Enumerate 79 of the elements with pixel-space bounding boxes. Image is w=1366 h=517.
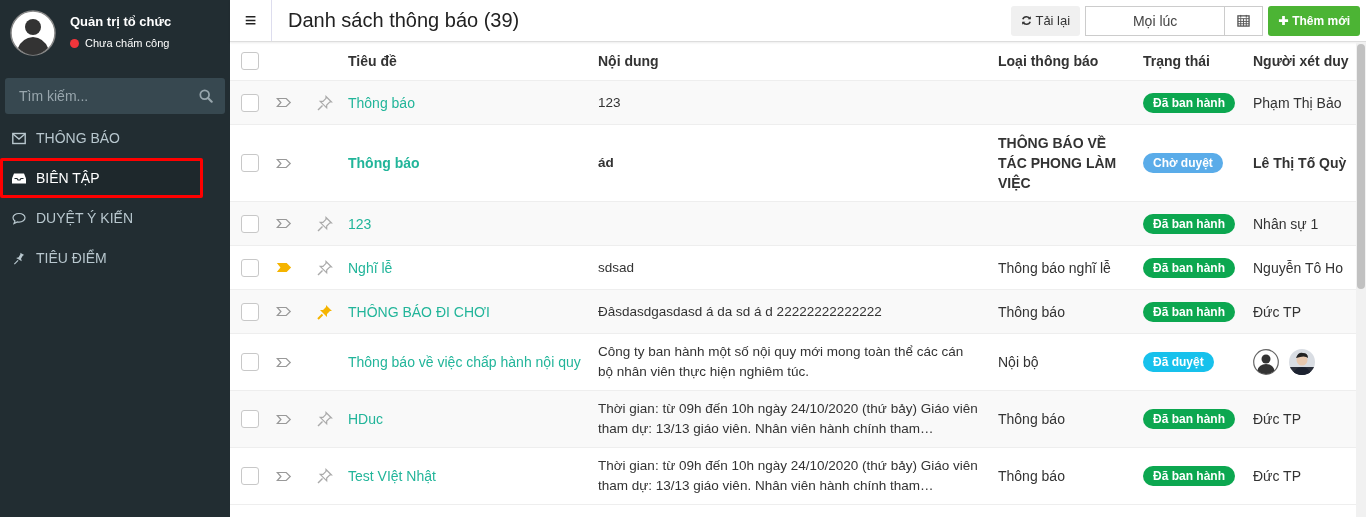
select-all-checkbox[interactable] [241, 52, 259, 70]
row-checkbox[interactable] [241, 258, 259, 277]
notice-type: Thông báo [998, 302, 1066, 322]
pushpin-icon[interactable] [317, 303, 333, 320]
tag-icon[interactable] [276, 413, 292, 425]
status-label: Đã ban hành [1143, 213, 1235, 234]
row-checkbox[interactable] [241, 214, 259, 233]
search-field[interactable]: Tìm kiếm... [5, 78, 225, 114]
pushpin-icon[interactable] [317, 215, 333, 232]
status-label: Chờ duyệt [1143, 153, 1223, 173]
reviewer-name: Đức TP [1253, 303, 1301, 320]
sidebar-item[interactable]: THÔNG BÁO [0, 118, 230, 158]
tag-icon[interactable] [276, 306, 292, 317]
reviewer-name: Lê Thị Tố Quỳ [1253, 155, 1347, 171]
pushpin-icon [12, 251, 26, 265]
notice-content: Đâsdasdgasdasd á da sd á d 22222222222222 [598, 302, 883, 321]
row-checkbox[interactable] [241, 410, 259, 428]
status-label: Đã ban hành [1143, 466, 1235, 486]
status-label: Đã ban hành [1143, 409, 1235, 429]
avatar-icon [10, 10, 56, 56]
tag-icon[interactable] [276, 356, 292, 368]
tag-icon[interactable] [276, 97, 292, 108]
notice-content: Công ty ban hành một số nội quy mới mong toàn thể các cán bộ nhân viên thực hiện nghiêm túc. [598, 343, 965, 381]
notice-type: Thông báo [998, 467, 1066, 486]
reviewer-name: Nguyễn Tô Ho [1253, 259, 1343, 276]
column-header[interactable]: Nội dung [598, 53, 659, 69]
menu-button[interactable]: ≡ [230, 0, 272, 41]
notice-type: Thông báo [998, 410, 1066, 429]
row-checkbox[interactable] [241, 302, 259, 321]
attendance-status: Chưa chấm công [85, 37, 170, 49]
pushpin-icon[interactable] [317, 94, 333, 111]
column-header[interactable]: Người xét duy [1253, 53, 1349, 69]
notice-content: Thời gian: từ 09h đến 10h ngày 24/10/2020 (thứ bảy) Giáo viên tham dự: 13/13 giáo viên. Nhân viên hành chính tham… [598, 457, 979, 495]
tag-icon[interactable] [276, 262, 292, 273]
notice-content: ád [598, 154, 615, 172]
speech-bubble-icon [12, 211, 26, 225]
notice-type: THÔNG BÁO VỀ TÁC PHONG LÀM VIỆC [998, 133, 1118, 193]
search-icon [199, 89, 213, 103]
pushpin-icon[interactable] [317, 411, 333, 427]
sidebar-item[interactable]: BIÊN TẬP [0, 158, 203, 198]
sidebar-item[interactable]: TIÊU ĐIỂM [0, 238, 230, 278]
row-checkbox[interactable] [241, 154, 259, 172]
calendar-icon [1237, 14, 1251, 27]
user-name: Quản trị tổ chức [70, 14, 172, 29]
column-header[interactable]: Trạng thái [1143, 53, 1210, 69]
scrollbar-thumb[interactable] [1357, 44, 1365, 289]
pushpin-icon[interactable] [317, 468, 333, 484]
reviewer-name: Đức TP [1253, 468, 1301, 484]
reviewer-name: Đức TP [1253, 411, 1301, 427]
inbox-icon [12, 171, 26, 185]
date-filter-field[interactable]: Mọi lúc [1085, 5, 1264, 36]
status-label: Đã ban hành [1143, 257, 1235, 278]
status-label: Đã ban hành [1143, 301, 1235, 322]
status-dot-icon [70, 38, 79, 48]
reviewer-name: Phạm Thị Bảo [1253, 94, 1342, 111]
notice-type: Thông báo nghĩ lễ [998, 258, 1112, 278]
pushpin-icon[interactable] [317, 259, 333, 276]
status-label: Đã duyệt [1143, 352, 1214, 372]
notice-content: sdsad [598, 258, 636, 277]
refresh-icon [1021, 15, 1033, 26]
row-checkbox[interactable] [241, 93, 259, 112]
status-label: Đã ban hành [1143, 92, 1235, 113]
row-checkbox[interactable] [241, 353, 259, 371]
notice-content: 123 [598, 93, 622, 112]
tag-icon[interactable] [276, 157, 292, 169]
plus-icon [1278, 15, 1290, 26]
envelope-icon [12, 131, 26, 145]
page-title: Danh sách thông báo (39) [288, 9, 520, 32]
reload-button[interactable]: Tải lại [1011, 5, 1081, 36]
column-header[interactable]: Tiêu đề [348, 53, 397, 69]
reviewer-name: Nhân sự 1 [1253, 215, 1319, 232]
tag-icon[interactable] [276, 470, 292, 482]
row-checkbox[interactable] [241, 467, 259, 485]
column-header[interactable]: Loại thông báo [998, 53, 1099, 69]
tag-icon[interactable] [276, 218, 292, 229]
avatar-icon [1253, 349, 1279, 375]
sidebar-item[interactable]: DUYỆT Ý KIẾN [0, 198, 230, 238]
notice-type: Nội bộ [998, 353, 1040, 372]
notice-content: Thời gian: từ 09h đến 10h ngày 24/10/2020 (thứ bảy) Giáo viên tham dự: 13/13 giáo viên. Nhân viên hành chính tham… [598, 400, 979, 438]
